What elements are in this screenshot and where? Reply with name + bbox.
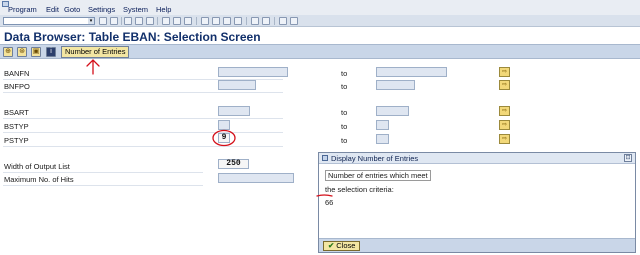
dialog-message-line1: Number of entries which meet <box>325 170 431 181</box>
number-of-entries-button[interactable]: Number of Entries <box>61 46 130 58</box>
pstyp-from-input[interactable]: 9 <box>218 133 230 143</box>
field-label-pstyp: PSTYP <box>4 136 29 145</box>
execute-icon[interactable]: ⊕ <box>3 47 13 57</box>
cancel-icon[interactable] <box>146 17 154 25</box>
bnfpo-to-input[interactable] <box>376 80 415 90</box>
max-hits-input[interactable] <box>218 173 294 183</box>
menu-system[interactable]: System <box>123 5 148 14</box>
bstyp-to-input[interactable] <box>376 120 389 130</box>
shortcut-icon[interactable] <box>262 17 270 25</box>
toolbar-separator <box>157 17 158 25</box>
field-label-banfn: BANFN <box>4 69 30 78</box>
info-icon[interactable]: i <box>46 47 56 57</box>
previous-page-icon[interactable] <box>212 17 220 25</box>
banfn-to-input[interactable] <box>376 67 447 77</box>
toolbar-separator <box>274 17 275 25</box>
row-divider <box>3 132 283 133</box>
banfn-from-input[interactable] <box>218 67 288 77</box>
to-label: to <box>341 136 348 145</box>
find-next-icon[interactable] <box>184 17 192 25</box>
annotation-arrow <box>86 59 100 75</box>
bstyp-from-input[interactable] <box>218 120 230 130</box>
checkmark-icon: ✔ <box>328 241 335 250</box>
toolbar-separator <box>121 17 122 25</box>
to-label: to <box>341 108 348 117</box>
last-page-icon[interactable] <box>234 17 242 25</box>
close-button-label: Close <box>336 241 356 250</box>
dialog-message-line2: the selection criteria: <box>325 185 394 194</box>
save-icon[interactable] <box>110 17 118 25</box>
width-of-output-list-label: Width of Output List <box>4 162 70 171</box>
menu-edit[interactable]: Edit <box>46 5 59 14</box>
multiple-selection-icon[interactable]: ⇨ <box>499 120 510 130</box>
menu-goto[interactable]: Goto <box>64 5 80 14</box>
execute-in-background-icon[interactable]: ⊛ <box>17 47 27 57</box>
menu-program[interactable]: Program <box>8 5 37 14</box>
menu-bar: Program Edit Goto Settings System Help <box>0 0 640 15</box>
standard-toolbar: ▾ <box>0 15 640 27</box>
menu-settings[interactable]: Settings <box>88 5 115 14</box>
multiple-selection-icon[interactable]: ⇨ <box>499 67 510 77</box>
multiple-selection-icon[interactable]: ⇨ <box>499 134 510 144</box>
entries-count: 66 <box>325 198 334 207</box>
dialog-toolbar: ✔ Close <box>319 238 635 252</box>
close-button[interactable]: ✔ Close <box>323 241 361 251</box>
save-as-variant-icon[interactable]: ▣ <box>31 47 41 57</box>
bsart-from-input[interactable] <box>218 106 250 116</box>
pstyp-to-input[interactable] <box>376 134 389 144</box>
row-divider <box>3 92 283 93</box>
next-page-icon[interactable] <box>223 17 231 25</box>
command-field[interactable]: ▾ <box>3 17 95 25</box>
first-page-icon[interactable] <box>201 17 209 25</box>
help-icon[interactable] <box>279 17 287 25</box>
row-divider <box>3 172 203 173</box>
row-divider <box>3 185 203 186</box>
dialog-window-icon <box>322 155 328 161</box>
to-label: to <box>341 82 348 91</box>
toolbar-separator <box>196 17 197 25</box>
menu-help[interactable]: Help <box>156 5 171 14</box>
exit-icon[interactable] <box>135 17 143 25</box>
find-icon[interactable] <box>173 17 181 25</box>
field-label-bnfpo: BNFPO <box>4 82 30 91</box>
number-of-entries-dialog: Display Number of Entries ⊡ Number of en… <box>318 152 636 253</box>
width-of-output-list-input[interactable]: 250 <box>218 159 249 169</box>
field-label-bstyp: BSTYP <box>4 122 29 131</box>
command-history-icon[interactable]: ▾ <box>88 18 94 24</box>
max-hits-label: Maximum No. of Hits <box>4 175 74 184</box>
new-session-icon[interactable] <box>251 17 259 25</box>
page-title: Data Browser: Table EBAN: Selection Scre… <box>4 30 261 44</box>
dialog-title: Display Number of Entries <box>331 154 419 163</box>
bsart-to-input[interactable] <box>376 106 409 116</box>
print-icon[interactable] <box>162 17 170 25</box>
dialog-header: Display Number of Entries ⊡ <box>319 153 635 164</box>
customize-layout-icon[interactable] <box>290 17 298 25</box>
enter-icon[interactable] <box>99 17 107 25</box>
back-icon[interactable] <box>124 17 132 25</box>
toolbar-separator <box>246 17 247 25</box>
row-divider <box>3 118 283 119</box>
close-icon[interactable]: ⊡ <box>624 154 632 162</box>
multiple-selection-icon[interactable]: ⇨ <box>499 106 510 116</box>
bnfpo-from-input[interactable] <box>218 80 256 90</box>
multiple-selection-icon[interactable]: ⇨ <box>499 80 510 90</box>
row-divider <box>3 146 283 147</box>
to-label: to <box>341 122 348 131</box>
application-toolbar: ⊕ ⊛ ▣ i Number of Entries <box>0 44 640 59</box>
field-label-bsart: BSART <box>4 108 29 117</box>
to-label: to <box>341 69 348 78</box>
